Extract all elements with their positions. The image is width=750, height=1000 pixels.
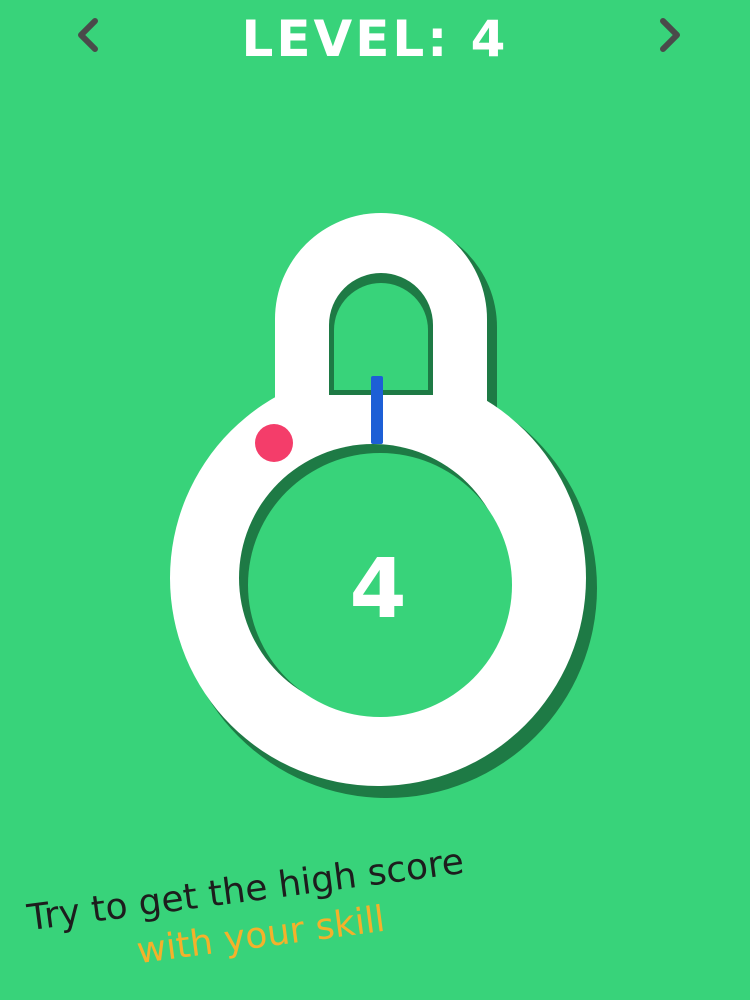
lock-counter: 4 [349, 542, 407, 637]
target-dot [255, 424, 293, 462]
shackle-hole [334, 283, 428, 390]
needle [371, 376, 383, 444]
